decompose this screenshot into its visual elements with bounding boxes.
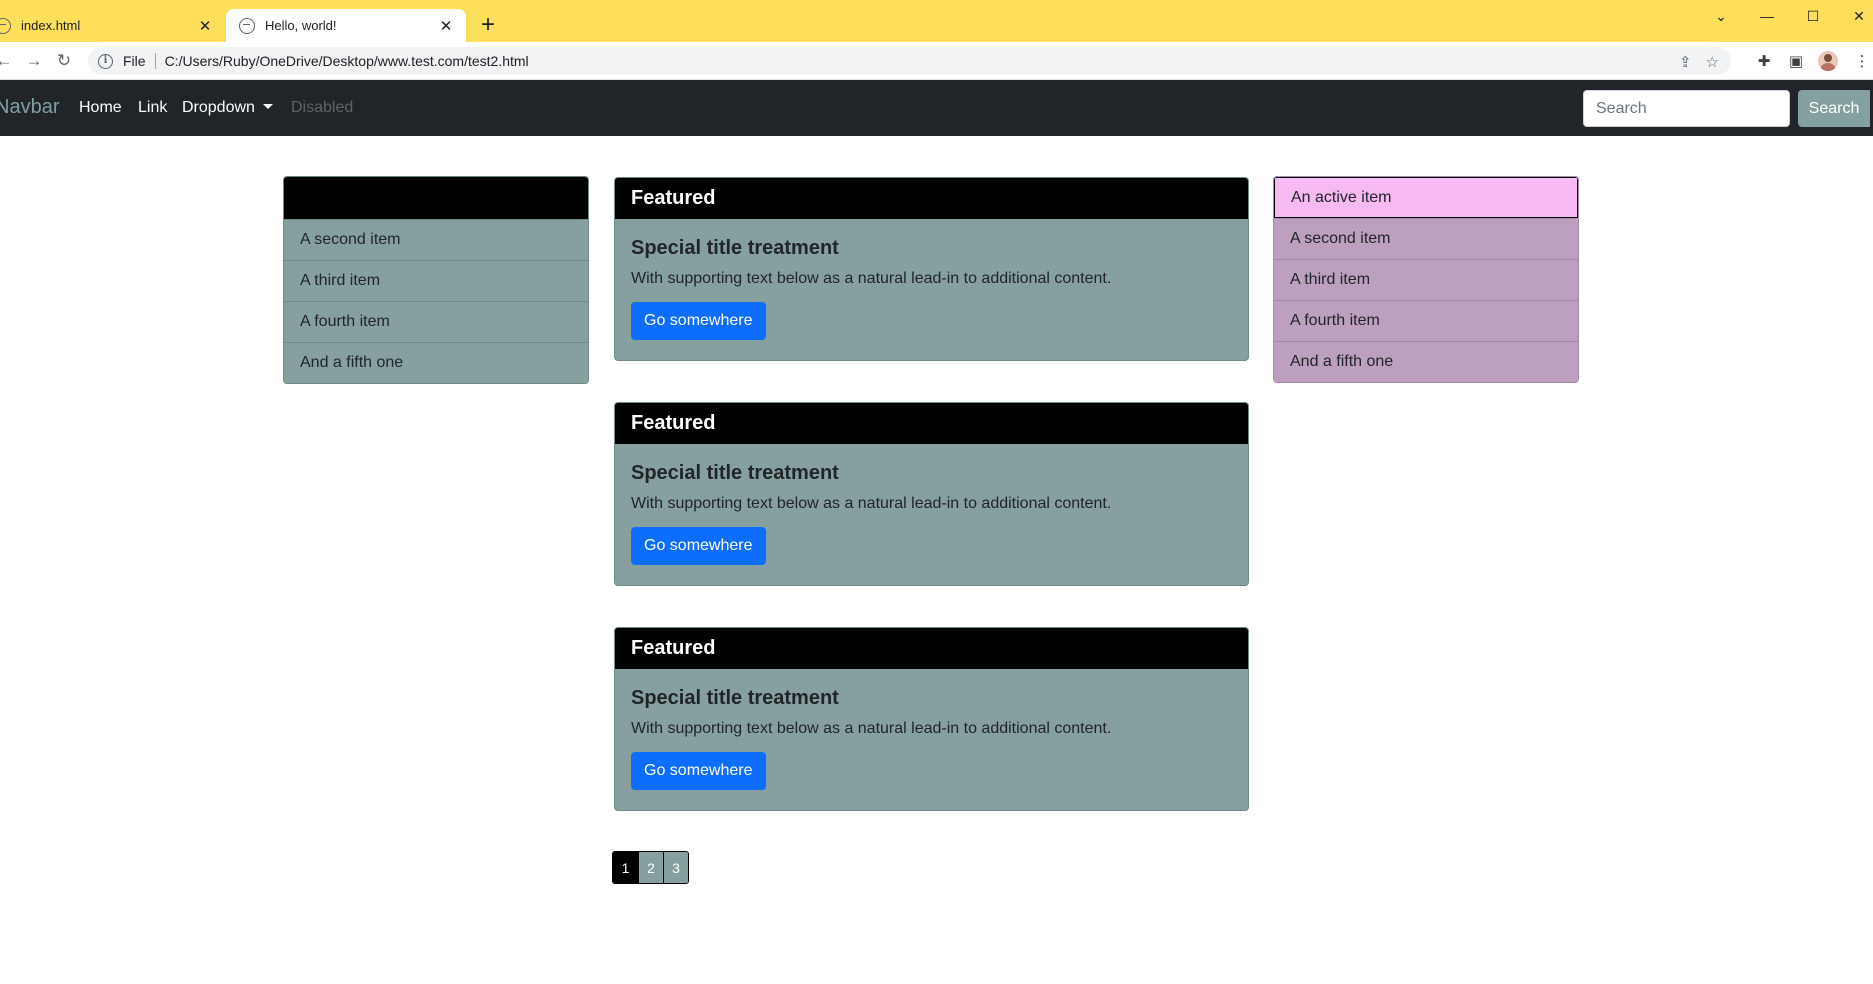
page-2-button[interactable]: 2 [638,852,663,883]
navbar-brand[interactable]: Navbar [0,96,59,119]
info-icon[interactable]: i [98,53,113,69]
list-item[interactable]: And a fifth one [1274,341,1578,382]
window-close-icon[interactable]: ✕ [1836,4,1873,28]
nav-disabled: Disabled [291,99,354,116]
card-header: Featured [615,178,1248,219]
card-text: With supporting text below as a natural … [631,495,1112,512]
address-scheme: File [123,53,146,69]
card-title: Special title treatment [631,687,839,709]
omnibox-actions: ⇪ ☆ [1679,53,1719,71]
right-list-group: An active item A second item A third ite… [1273,176,1579,383]
tab-search-icon[interactable]: ⌄ [1698,4,1744,28]
list-item-active[interactable]: An active item [1274,177,1578,218]
search-button[interactable]: Search [1798,90,1870,127]
back-icon[interactable]: ← [0,49,16,73]
bookmark-star-icon[interactable]: ☆ [1706,53,1719,71]
nav-dropdown-label: Dropdown [182,99,255,116]
reload-icon[interactable]: ↻ [52,49,76,73]
go-somewhere-button[interactable]: Go somewhere [631,302,766,340]
tab-title: Hello, world! [265,18,337,33]
pagination: 1 2 3 [612,851,689,884]
go-somewhere-button[interactable]: Go somewhere [631,752,766,790]
card-title: Special title treatment [631,462,839,484]
close-icon[interactable]: ✕ [436,16,456,36]
page-1-button[interactable]: 1 [613,852,638,883]
side-panel-icon[interactable]: ▣ [1786,51,1806,71]
card-text: With supporting text below as a natural … [631,720,1112,737]
card-body: Special title treatment With supporting … [615,462,1248,565]
featured-card: Featured Special title treatment With su… [614,627,1249,811]
address-bar[interactable]: i File C:/Users/Ruby/OneDrive/Desktop/ww… [88,47,1731,75]
featured-card: Featured Special title treatment With su… [614,177,1249,361]
address-url: C:/Users/Ruby/OneDrive/Desktop/www.test.… [164,53,529,69]
list-item[interactable]: A fourth item [284,301,588,342]
nav-dropdown[interactable]: Dropdown [182,99,273,117]
new-tab-icon[interactable]: + [477,13,499,37]
nav-link[interactable]: Link [138,99,167,117]
nav-home[interactable]: Home [79,99,122,117]
share-icon[interactable]: ⇪ [1679,53,1692,71]
browser-tabstrip: index.html ✕ Hello, world! ✕ + ⌄ — ☐ ✕ [0,0,1873,42]
globe-icon [0,17,11,34]
tab-title: index.html [21,18,81,33]
divider [154,53,156,69]
browser-tab-index[interactable]: index.html ✕ [0,9,225,42]
caret-down-icon [262,104,273,109]
minimize-icon[interactable]: — [1744,4,1790,28]
card-body: Special title treatment With supporting … [615,237,1248,340]
globe-icon [239,17,255,34]
list-item[interactable]: A third item [1274,259,1578,300]
kebab-menu-icon[interactable]: ⋮ [1852,51,1872,71]
list-item[interactable]: A fourth item [1274,300,1578,341]
page-3-button[interactable]: 3 [663,852,688,883]
profile-avatar[interactable] [1818,51,1838,71]
list-item[interactable]: A second item [1274,218,1578,259]
card-header: Featured [615,403,1248,444]
maximize-icon[interactable]: ☐ [1790,4,1836,28]
search-input[interactable] [1583,90,1790,127]
list-header [284,177,588,219]
left-list-group: A second item A third item A fourth item… [283,176,589,384]
go-somewhere-button[interactable]: Go somewhere [631,527,766,565]
browser-tab-hello[interactable]: Hello, world! ✕ [226,9,466,42]
list-item[interactable]: A second item [284,219,588,260]
list-item[interactable]: A third item [284,260,588,301]
page-navbar: Navbar Home Link Dropdown Disabled Searc… [0,80,1873,136]
card-text: With supporting text below as a natural … [631,270,1112,287]
featured-card: Featured Special title treatment With su… [614,402,1249,586]
card-body: Special title treatment With supporting … [615,687,1248,790]
card-header: Featured [615,628,1248,669]
list-item[interactable]: And a fifth one [284,342,588,383]
card-title: Special title treatment [631,237,839,259]
extensions-puzzle-icon[interactable]: ✚ [1754,51,1774,71]
browser-toolbar: ← → ↻ i File C:/Users/Ruby/OneDrive/Desk… [0,42,1873,80]
close-icon[interactable]: ✕ [195,16,215,36]
forward-icon[interactable]: → [22,49,46,73]
